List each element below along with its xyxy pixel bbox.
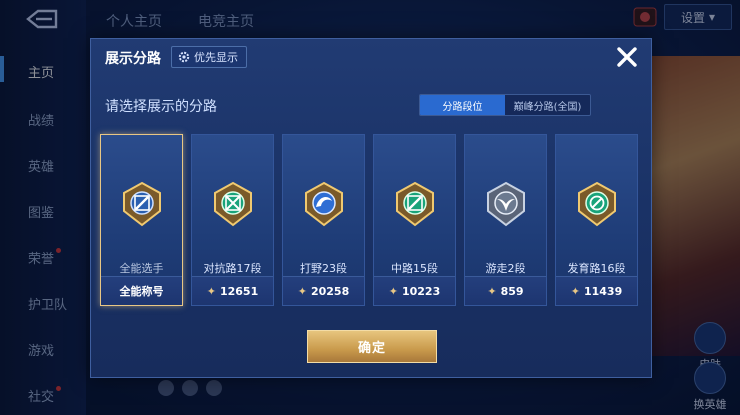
- roam-icon: [486, 181, 525, 227]
- dialog-subtitle: 请选择展示的分路: [105, 99, 217, 115]
- rank-points-icon: ✦: [206, 284, 216, 298]
- rank-points-icon: ✦: [487, 284, 497, 298]
- card-footer: ✦ 12651: [192, 276, 273, 305]
- card-score: 20258: [310, 284, 350, 298]
- mid-lane-icon: [395, 181, 434, 227]
- card-score: 12651: [219, 284, 259, 298]
- lane-card-jungle[interactable]: 打野23段 ✦ 20258: [282, 134, 365, 306]
- farm-lane-icon: [577, 181, 616, 227]
- all-round-icon: [122, 181, 161, 227]
- lane-card-farm[interactable]: 发育路16段 ✦ 11439: [555, 134, 638, 306]
- lane-card-all-round[interactable]: 全能选手 全能称号: [100, 134, 183, 306]
- card-score: 10223: [401, 284, 441, 298]
- lane-card-roam[interactable]: 游走2段 ✦ 859: [464, 134, 547, 306]
- rank-points-icon: ✦: [570, 284, 580, 298]
- confirm-button[interactable]: 确定: [307, 330, 437, 363]
- jungle-icon: [304, 181, 343, 227]
- close-button[interactable]: [613, 43, 641, 71]
- card-title-text: 全能称号: [119, 285, 164, 298]
- card-score: 859: [500, 284, 524, 298]
- card-footer: ✦ 859: [465, 276, 546, 305]
- card-footer: ✦ 11439: [556, 276, 637, 305]
- card-label: 中路15段: [391, 262, 438, 275]
- clash-lane-icon: [213, 181, 252, 227]
- card-score: 11439: [583, 284, 623, 298]
- lane-card-clash[interactable]: 对抗路17段 ✦ 12651: [191, 134, 274, 306]
- priority-label: 优先显示: [194, 51, 238, 64]
- rank-points-icon: ✦: [297, 284, 307, 298]
- rank-points-icon: ✦: [388, 284, 398, 298]
- card-footer: ✦ 10223: [374, 276, 455, 305]
- card-label: 发育路16段: [567, 262, 626, 275]
- gear-icon: [178, 51, 190, 63]
- card-label: 全能选手: [119, 262, 164, 275]
- tab-lane-rank[interactable]: 分路段位: [420, 95, 505, 115]
- card-footer: 全能称号: [101, 276, 182, 305]
- card-label: 游走2段: [485, 262, 526, 275]
- card-label: 对抗路17段: [203, 262, 262, 275]
- close-icon: [617, 47, 637, 67]
- confirm-label: 确定: [357, 341, 386, 356]
- lane-mode-toggle: 分路段位 巅峰分路(全国): [419, 94, 591, 116]
- card-label: 打野23段: [300, 262, 347, 275]
- tab-peak-lane[interactable]: 巅峰分路(全国): [505, 95, 590, 115]
- priority-display-button[interactable]: 优先显示: [171, 46, 247, 68]
- lane-card-mid[interactable]: 中路15段 ✦ 10223: [373, 134, 456, 306]
- dialog-title: 展示分路: [105, 51, 161, 67]
- card-footer: ✦ 20258: [283, 276, 364, 305]
- lane-display-dialog: 展示分路 优先显示 请选择展示的分路 分路段位 巅峰分路(全国) 全能选手 全能…: [90, 38, 652, 378]
